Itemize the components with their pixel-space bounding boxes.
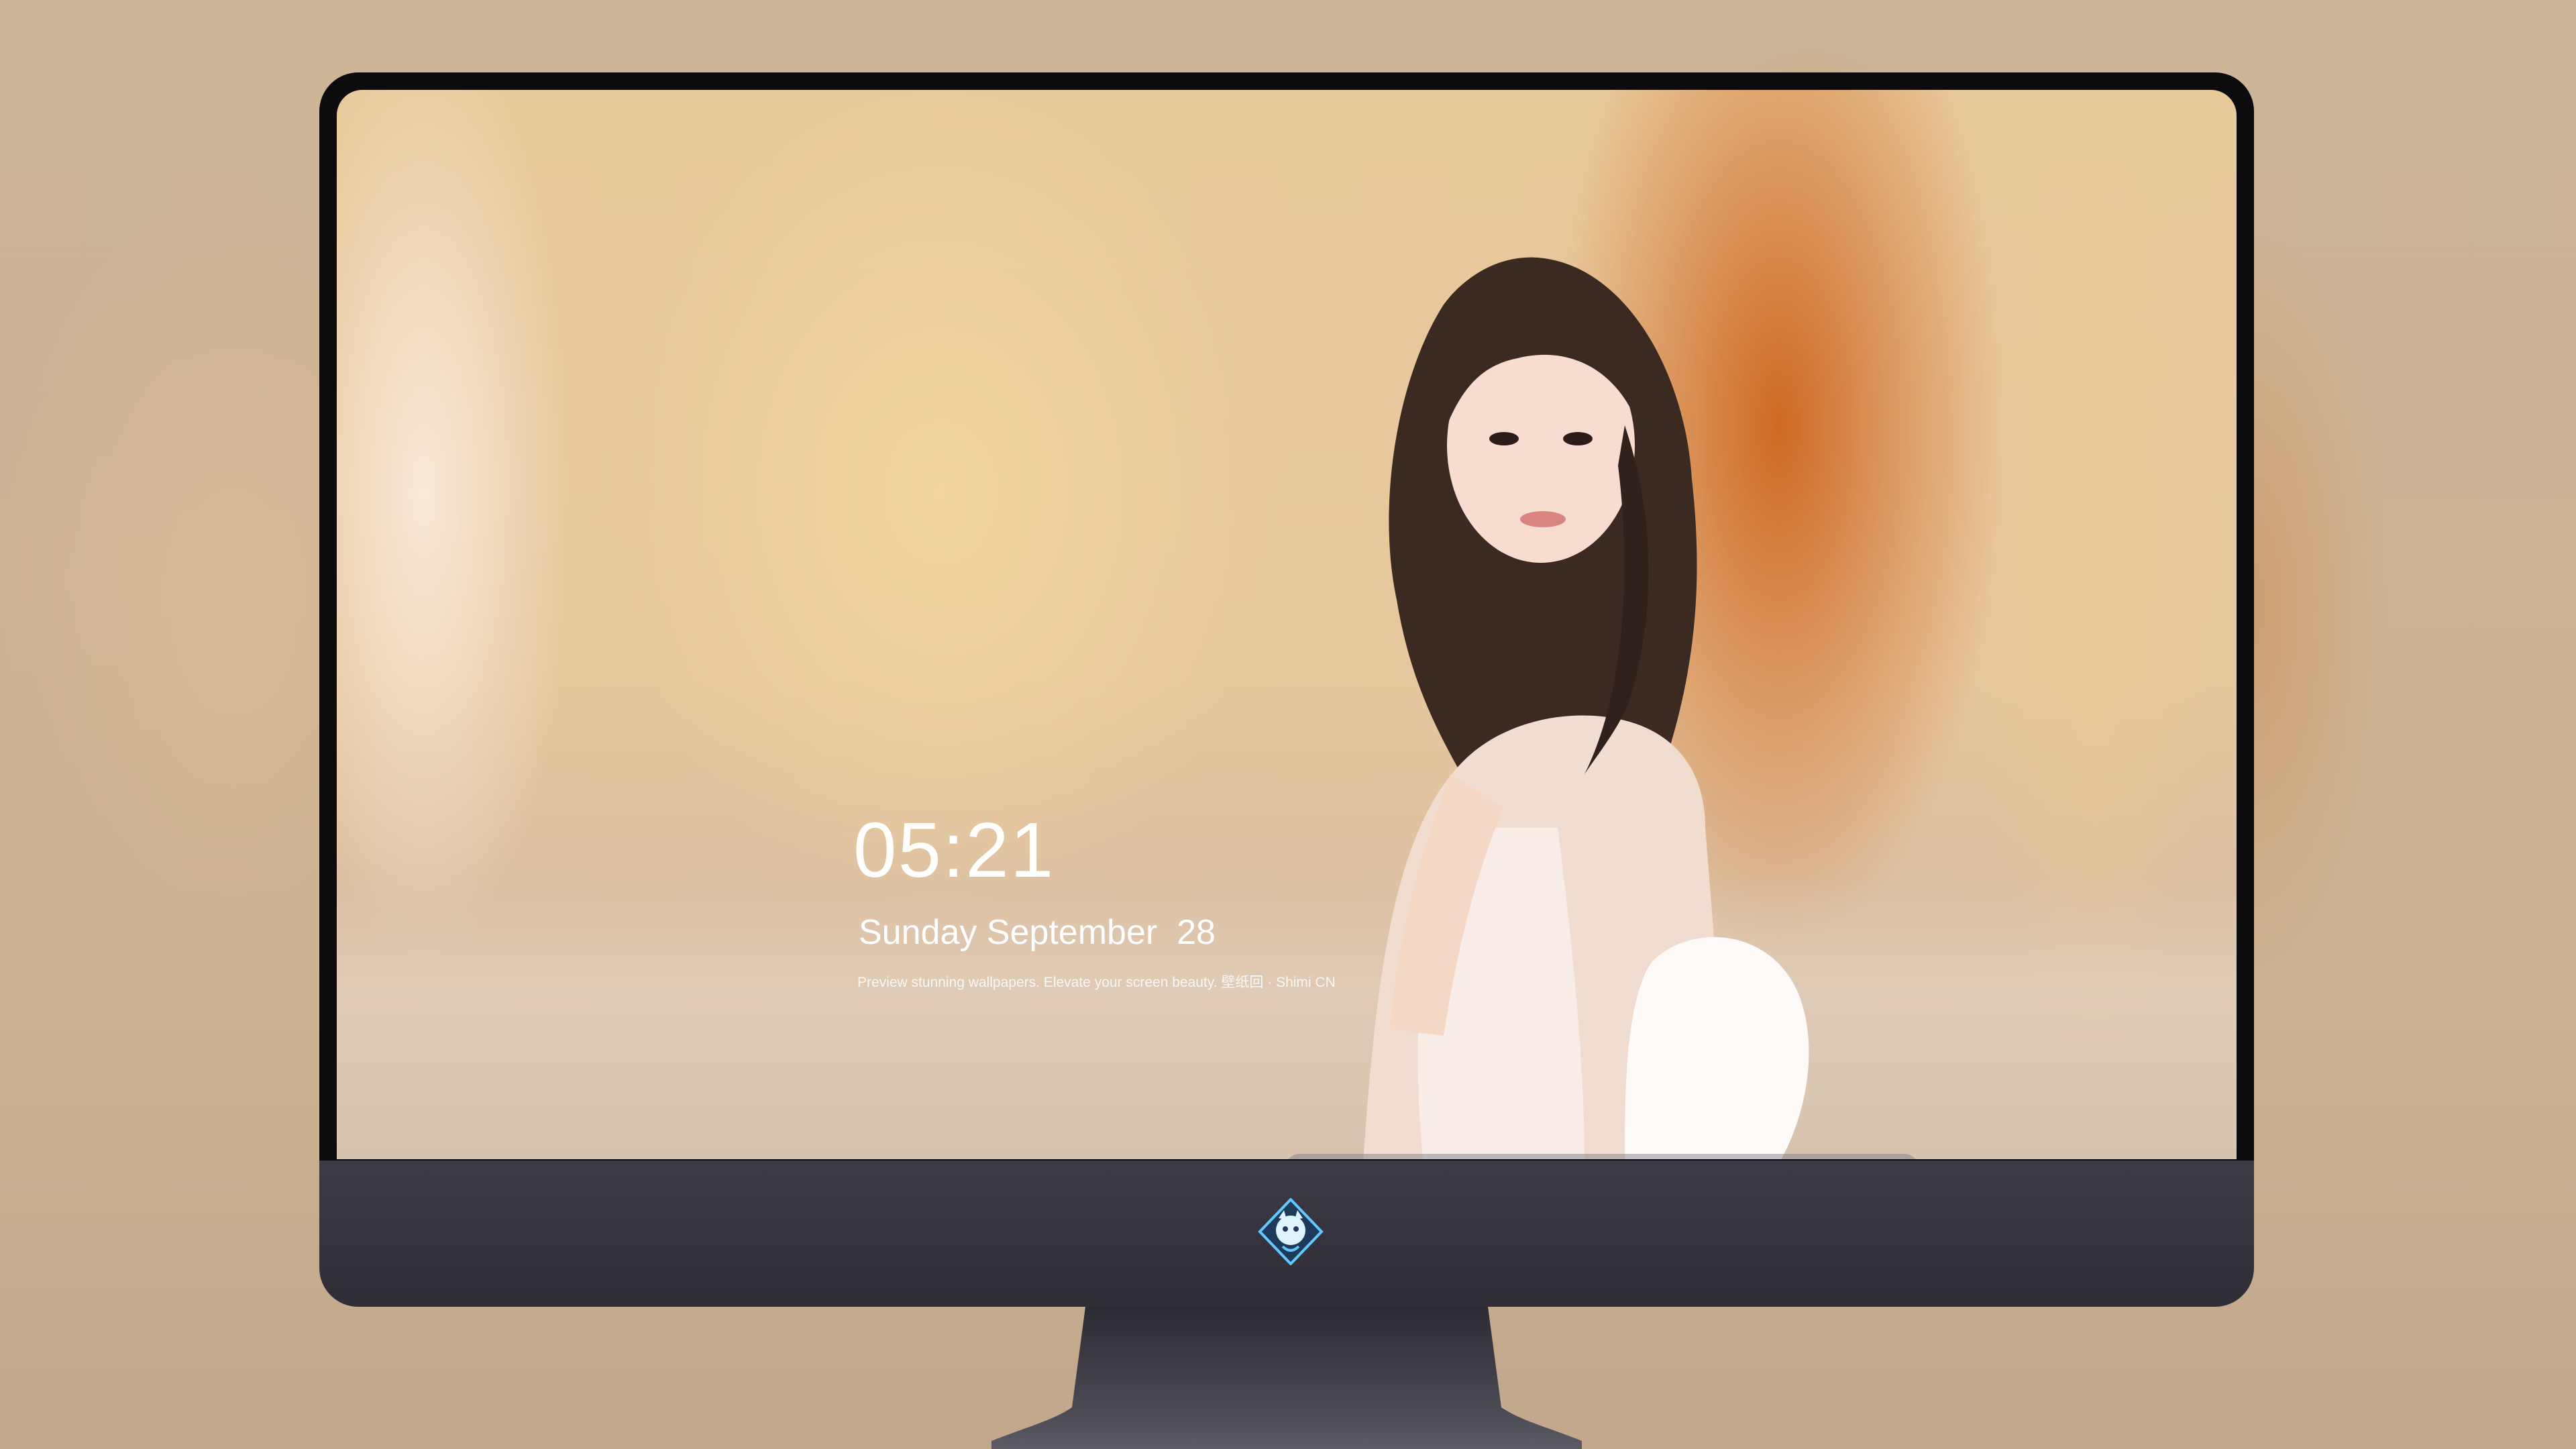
brand-logo bbox=[1258, 1198, 1324, 1265]
monitor-stand bbox=[991, 1307, 1582, 1449]
lockscreen-time: 05:21 bbox=[853, 806, 1055, 894]
monitor-chin bbox=[319, 1161, 2254, 1307]
monitor-bezel: 05:21 Sunday September 28 Preview stunni… bbox=[319, 72, 2254, 1161]
lockscreen-date: Sunday September 28 bbox=[859, 913, 1216, 952]
wallpaper-figure bbox=[1363, 257, 1809, 1159]
monitor: 05:21 Sunday September 28 Preview stunni… bbox=[319, 72, 2254, 1449]
lockscreen-tagline: Preview stunning wallpapers. Elevate you… bbox=[857, 975, 1336, 990]
dock bbox=[1284, 1154, 1920, 1159]
screen: 05:21 Sunday September 28 Preview stunni… bbox=[337, 90, 2237, 1159]
